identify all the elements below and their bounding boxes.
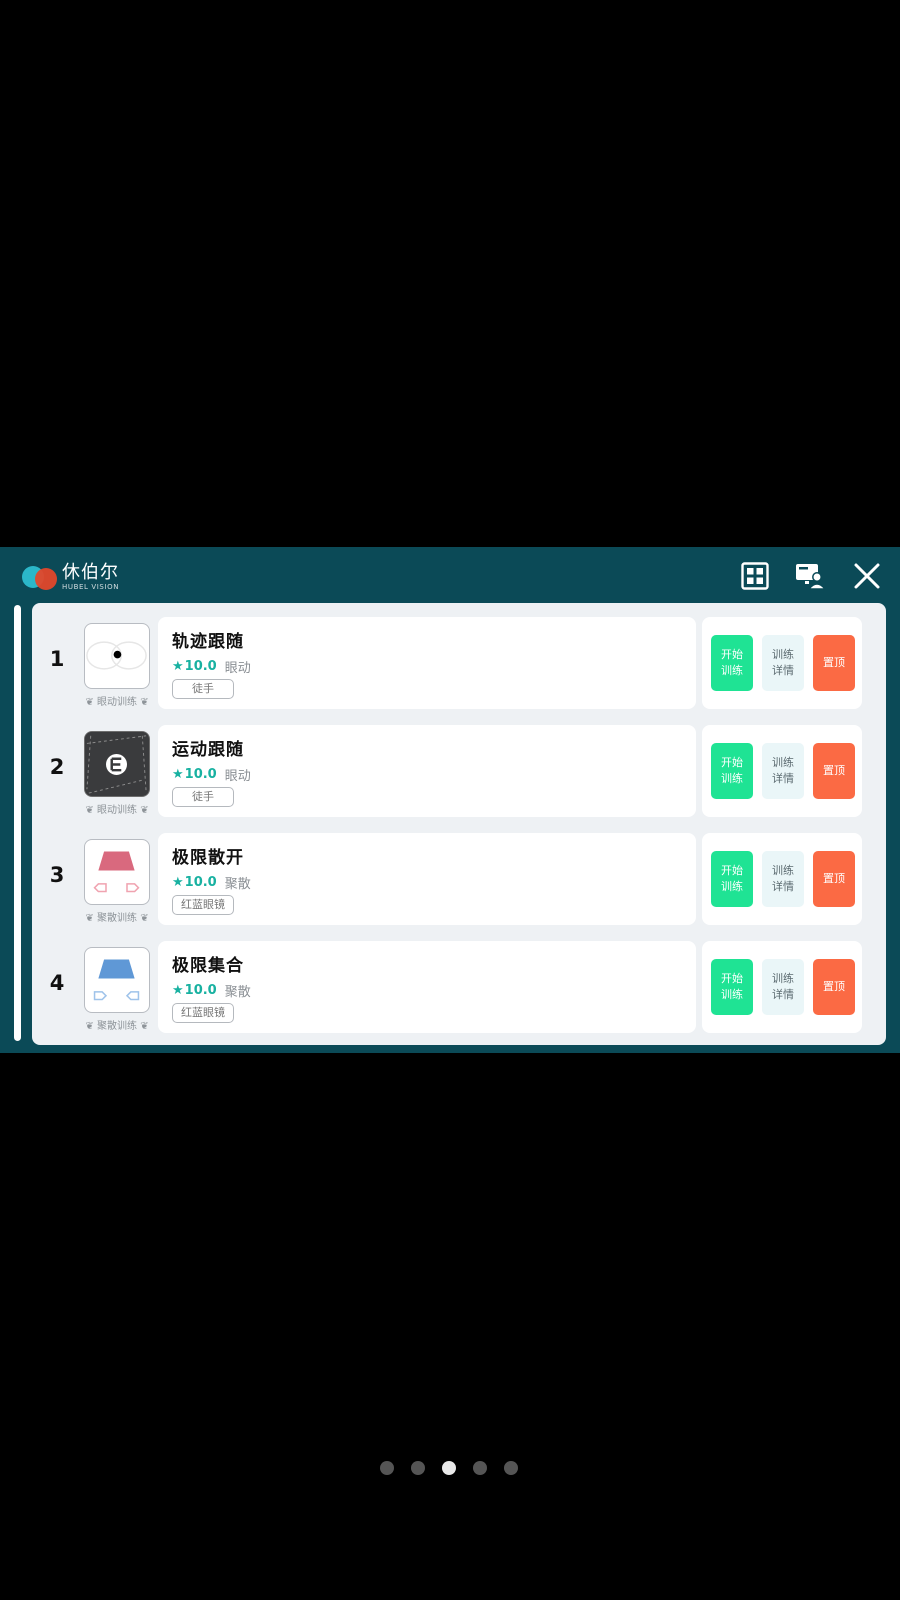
close-button[interactable]	[850, 559, 884, 593]
star-icon: ★	[172, 767, 184, 782]
item-category: ❦ 聚散训练 ❦	[85, 1021, 149, 1032]
star-icon: ★	[172, 875, 184, 890]
monitor-user-button[interactable]	[793, 559, 827, 593]
list-item: 2 ❦ 眼动训练 ❦ 运动跟随 ★ 10.0 眼动 徒手 开始 训练 训练 详情…	[32, 725, 886, 821]
item-rating: ★ 10.0 聚散	[172, 983, 251, 1000]
item-title: 运动跟随	[172, 740, 244, 760]
item-thumbnail[interactable]	[84, 623, 150, 689]
training-detail-button[interactable]: 训练 详情	[762, 635, 804, 691]
item-title: 极限散开	[172, 848, 244, 868]
trajectory-icon	[86, 641, 147, 670]
training-detail-button[interactable]: 训练 详情	[762, 959, 804, 1015]
item-tag: 红蓝眼镜	[172, 1003, 234, 1023]
item-actions: 开始 训练 训练 详情 置顶	[702, 833, 862, 925]
start-training-button[interactable]: 开始 训练	[711, 959, 753, 1015]
page-indicator	[380, 1461, 518, 1475]
item-category: ❦ 聚散训练 ❦	[85, 913, 149, 924]
list-item: 3 ❦ 聚散训练 ❦ 极限散开 ★ 10.0 聚散 红蓝眼镜 开始 训练 训练 …	[32, 833, 886, 929]
item-tag: 徒手	[172, 787, 234, 807]
item-thumbnail[interactable]	[84, 947, 150, 1013]
start-training-button[interactable]: 开始 训练	[711, 851, 753, 907]
pin-top-button[interactable]: 置顶	[813, 959, 855, 1015]
item-title: 极限集合	[172, 956, 244, 976]
close-icon	[854, 563, 880, 589]
grid-view-button[interactable]	[738, 559, 772, 593]
item-actions: 开始 训练 训练 详情 置顶	[702, 941, 862, 1033]
start-training-button[interactable]: 开始 训练	[711, 743, 753, 799]
item-index: 3	[49, 863, 65, 887]
item-card[interactable]: 极限散开 ★ 10.0 聚散 红蓝眼镜	[158, 833, 696, 925]
grid-icon	[741, 562, 769, 590]
item-type: 眼动	[224, 661, 251, 676]
item-actions: 开始 训练 训练 详情 置顶	[702, 725, 862, 817]
item-tag: 徒手	[172, 679, 234, 699]
item-thumbnail[interactable]	[84, 731, 150, 797]
item-category: ❦ 眼动训练 ❦	[85, 805, 149, 816]
page-dot[interactable]	[380, 1461, 394, 1475]
training-detail-button[interactable]: 训练 详情	[762, 743, 804, 799]
item-rating: ★ 10.0 眼动	[172, 767, 251, 784]
item-rating: ★ 10.0 眼动	[172, 659, 251, 676]
list-scrollbar[interactable]	[14, 605, 21, 1041]
logo-mark-icon	[22, 562, 60, 592]
training-detail-button[interactable]: 训练 详情	[762, 851, 804, 907]
pin-top-button[interactable]: 置顶	[813, 635, 855, 691]
motion-e-icon	[85, 732, 148, 795]
list-item: 4 ❦ 聚散训练 ❦ 极限集合 ★ 10.0 聚散 红蓝眼镜 开始 训练 训练 …	[32, 941, 886, 1037]
pin-top-button[interactable]: 置顶	[813, 743, 855, 799]
item-index: 4	[49, 971, 65, 995]
item-type: 眼动	[224, 769, 251, 784]
item-category: ❦ 眼动训练 ❦	[85, 697, 149, 708]
pin-top-button[interactable]: 置顶	[813, 851, 855, 907]
item-card[interactable]: 极限集合 ★ 10.0 聚散 红蓝眼镜	[158, 941, 696, 1033]
item-actions: 开始 训练 训练 详情 置顶	[702, 617, 862, 709]
page-dot[interactable]	[504, 1461, 518, 1475]
item-type: 聚散	[224, 877, 251, 892]
page-dot-active[interactable]	[442, 1461, 456, 1475]
item-thumbnail[interactable]	[84, 839, 150, 905]
app-logo: 休伯尔 HUBEL VISION	[22, 561, 119, 593]
item-index: 2	[49, 755, 65, 779]
star-icon: ★	[172, 659, 184, 674]
converge-blue-icon	[93, 959, 140, 1001]
page-dot[interactable]	[473, 1461, 487, 1475]
training-app-window: 休伯尔 HUBEL VISION 1 ❦ 眼动训练 ❦ 轨迹跟随 ★ 10.0 …	[0, 547, 900, 1053]
item-tag: 红蓝眼镜	[172, 895, 234, 915]
logo-subtitle: HUBEL VISION	[62, 582, 120, 591]
item-type: 聚散	[224, 985, 251, 1000]
star-icon: ★	[172, 983, 184, 998]
item-index: 1	[49, 647, 65, 671]
training-list: 1 ❦ 眼动训练 ❦ 轨迹跟随 ★ 10.0 眼动 徒手 开始 训练 训练 详情…	[32, 603, 886, 1045]
item-card[interactable]: 运动跟随 ★ 10.0 眼动 徒手	[158, 725, 696, 817]
diverge-red-icon	[93, 851, 140, 893]
page-dot[interactable]	[411, 1461, 425, 1475]
item-card[interactable]: 轨迹跟随 ★ 10.0 眼动 徒手	[158, 617, 696, 709]
start-training-button[interactable]: 开始 训练	[711, 635, 753, 691]
scrollbar-thumb[interactable]	[14, 605, 21, 1041]
item-title: 轨迹跟随	[172, 632, 244, 652]
logo-title: 休伯尔	[62, 561, 119, 583]
monitor-user-icon	[796, 564, 825, 590]
item-rating: ★ 10.0 聚散	[172, 875, 251, 892]
list-item: 1 ❦ 眼动训练 ❦ 轨迹跟随 ★ 10.0 眼动 徒手 开始 训练 训练 详情…	[32, 617, 886, 713]
